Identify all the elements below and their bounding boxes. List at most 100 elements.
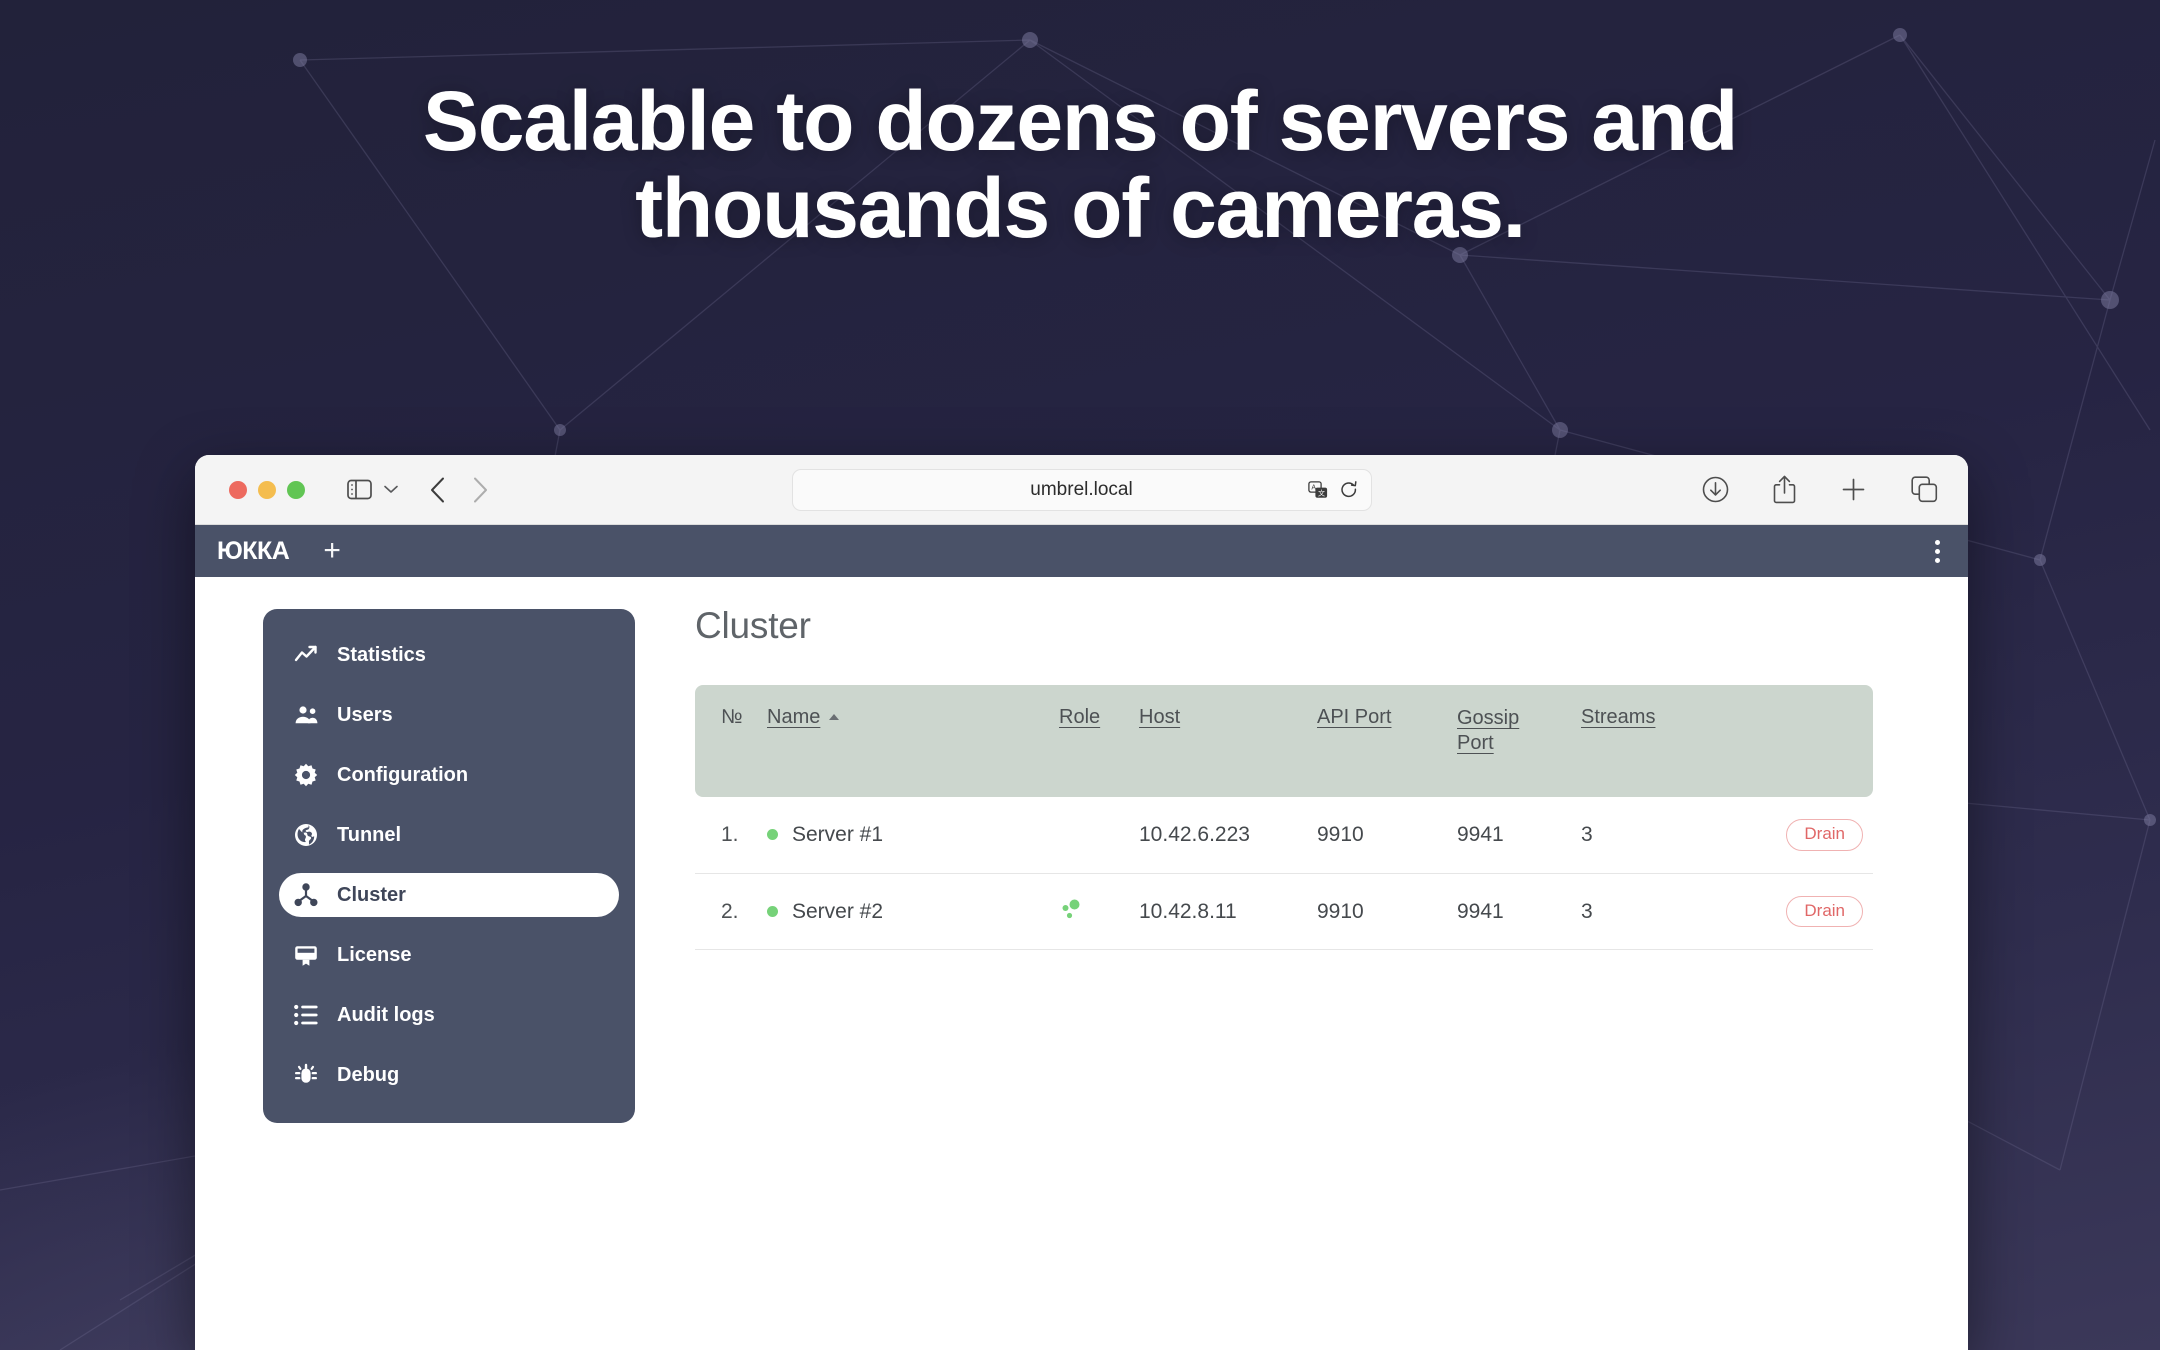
globe-icon	[293, 822, 319, 848]
table-body: 1. Server #1 10.42.6.223 9910 9941 3 Dra…	[695, 797, 1873, 951]
reload-icon[interactable]	[1340, 480, 1358, 500]
users-icon	[293, 702, 319, 728]
page-background: Scalable to dozens of servers and thousa…	[0, 0, 2160, 1350]
sidebar-item-label: Debug	[337, 1063, 400, 1086]
sidebar-item-audit-logs[interactable]: Audit logs	[279, 993, 619, 1037]
list-icon	[293, 1002, 319, 1028]
column-header-gossip-port[interactable]: Gossip Port	[1457, 685, 1581, 797]
forward-arrow-icon[interactable]	[473, 477, 488, 503]
column-label[interactable]: Host	[1139, 706, 1180, 728]
sort-ascending-icon	[829, 714, 840, 720]
cluster-leader-icon	[1059, 899, 1083, 926]
row-api-port: 9910	[1317, 873, 1457, 951]
chevron-down-icon[interactable]	[384, 485, 398, 494]
drain-button[interactable]: Drain	[1786, 819, 1863, 851]
close-window-button[interactable]	[229, 480, 247, 499]
row-streams: 3	[1581, 873, 1713, 951]
row-streams: 3	[1581, 797, 1713, 874]
row-role-cell	[1059, 873, 1139, 951]
row-host: 10.42.8.11	[1139, 873, 1317, 951]
new-tab-icon[interactable]	[1840, 476, 1867, 503]
server-name: Server #2	[792, 899, 884, 923]
back-arrow-icon[interactable]	[430, 477, 445, 503]
column-header-actions	[1713, 685, 1873, 797]
sidebar-item-license[interactable]: License	[279, 933, 619, 977]
row-action-cell: Drain	[1713, 873, 1873, 951]
gear-icon	[293, 762, 319, 788]
app-logo[interactable]: ЮККА	[217, 538, 290, 564]
add-tab-button[interactable]: +	[323, 536, 341, 566]
sidebar-item-cluster[interactable]: Cluster	[279, 873, 619, 917]
bug-icon	[293, 1062, 319, 1088]
address-bar-actions: A 文	[1307, 480, 1358, 500]
sidebar-item-label: Cluster	[337, 883, 406, 906]
column-label[interactable]: API Port	[1317, 706, 1391, 728]
sidebar-item-label: Configuration	[337, 763, 469, 786]
svg-text:文: 文	[1318, 488, 1325, 497]
url-text: umbrel.local	[1030, 479, 1133, 500]
sidebar-item-label: License	[337, 943, 412, 966]
sidebar-item-statistics[interactable]: Statistics	[279, 633, 619, 677]
sidebar-item-tunnel[interactable]: Tunnel	[279, 813, 619, 857]
sidebar-item-users[interactable]: Users	[279, 693, 619, 737]
translate-icon[interactable]: A 文	[1307, 480, 1328, 500]
zoom-window-button[interactable]	[287, 480, 305, 499]
sidebar-item-label: Statistics	[337, 643, 426, 666]
row-api-port: 9910	[1317, 797, 1457, 874]
page-title: Cluster	[695, 605, 811, 646]
chart-line-icon	[293, 642, 319, 668]
menu-dot	[1935, 548, 1940, 554]
sidebar-item-label: Users	[337, 703, 393, 726]
column-label[interactable]: Streams	[1581, 706, 1655, 728]
row-index: 2.	[695, 873, 767, 951]
headline: Scalable to dozens of servers and thousa…	[0, 77, 2160, 256]
app-header: ЮККА +	[195, 525, 1968, 577]
row-name-cell: Server #1	[767, 797, 1059, 874]
sidebar-item-label: Tunnel	[337, 823, 402, 846]
navigation-arrows[interactable]	[430, 477, 488, 503]
column-header-host[interactable]: Host	[1139, 685, 1317, 797]
app-menu-button[interactable]	[1935, 539, 1940, 563]
column-header-streams[interactable]: Streams	[1581, 685, 1713, 797]
minimize-window-button[interactable]	[258, 480, 276, 499]
headline-line-2: thousands of cameras.	[635, 161, 1526, 256]
column-label: №	[721, 706, 743, 728]
status-online-icon	[767, 829, 778, 841]
browser-actions	[1702, 475, 1938, 504]
tab-overview-icon[interactable]	[1911, 476, 1938, 503]
license-icon	[293, 942, 319, 968]
downloads-icon[interactable]	[1702, 476, 1729, 503]
column-label[interactable]: Role	[1059, 706, 1100, 728]
table-header: № Name Role Host API Port Gossip Port St…	[695, 685, 1873, 797]
sidebar-item-label: Audit logs	[337, 1003, 435, 1026]
drain-button[interactable]: Drain	[1786, 895, 1863, 928]
column-header-no: №	[695, 685, 767, 797]
row-index: 1.	[695, 797, 767, 874]
menu-dot	[1935, 539, 1940, 545]
headline-line-1: Scalable to dozens of servers and	[422, 74, 1738, 168]
browser-window: umbrel.local A 文 ЮККА + Statistics Users…	[195, 455, 1968, 1350]
browser-toolbar: umbrel.local A 文	[195, 455, 1968, 525]
sidebar-item-debug[interactable]: Debug	[279, 1053, 619, 1097]
column-header-api-port[interactable]: API Port	[1317, 685, 1457, 797]
column-header-role[interactable]: Role	[1059, 685, 1139, 797]
window-controls[interactable]	[229, 480, 305, 499]
row-name-cell: Server #2	[767, 873, 1059, 951]
column-label[interactable]: Gossip Port	[1457, 706, 1533, 756]
row-host: 10.42.6.223	[1139, 797, 1317, 874]
cluster-icon	[293, 882, 319, 908]
sidebar-item-configuration[interactable]: Configuration	[279, 753, 619, 797]
sidebar: Statistics Users Configuration Tunnel Cl…	[263, 609, 635, 1123]
share-icon[interactable]	[1773, 475, 1796, 504]
column-header-name[interactable]: Name	[767, 685, 1059, 797]
table-header-row: № Name Role Host API Port Gossip Port St…	[695, 685, 1873, 797]
table-row[interactable]: 1. Server #1 10.42.6.223 9910 9941 3 Dra…	[695, 797, 1873, 874]
cluster-table: № Name Role Host API Port Gossip Port St…	[695, 685, 1873, 951]
table-row[interactable]: 2. Server #2 10.42.8.11 9910 9941 3 Drai…	[695, 873, 1873, 951]
row-gossip-port: 9941	[1457, 797, 1581, 874]
address-bar[interactable]: umbrel.local A 文	[791, 469, 1372, 511]
sidebar-toggle-icon[interactable]	[347, 479, 372, 500]
column-label[interactable]: Name	[767, 706, 820, 728]
server-name: Server #1	[792, 822, 884, 846]
row-role-cell	[1059, 797, 1139, 874]
